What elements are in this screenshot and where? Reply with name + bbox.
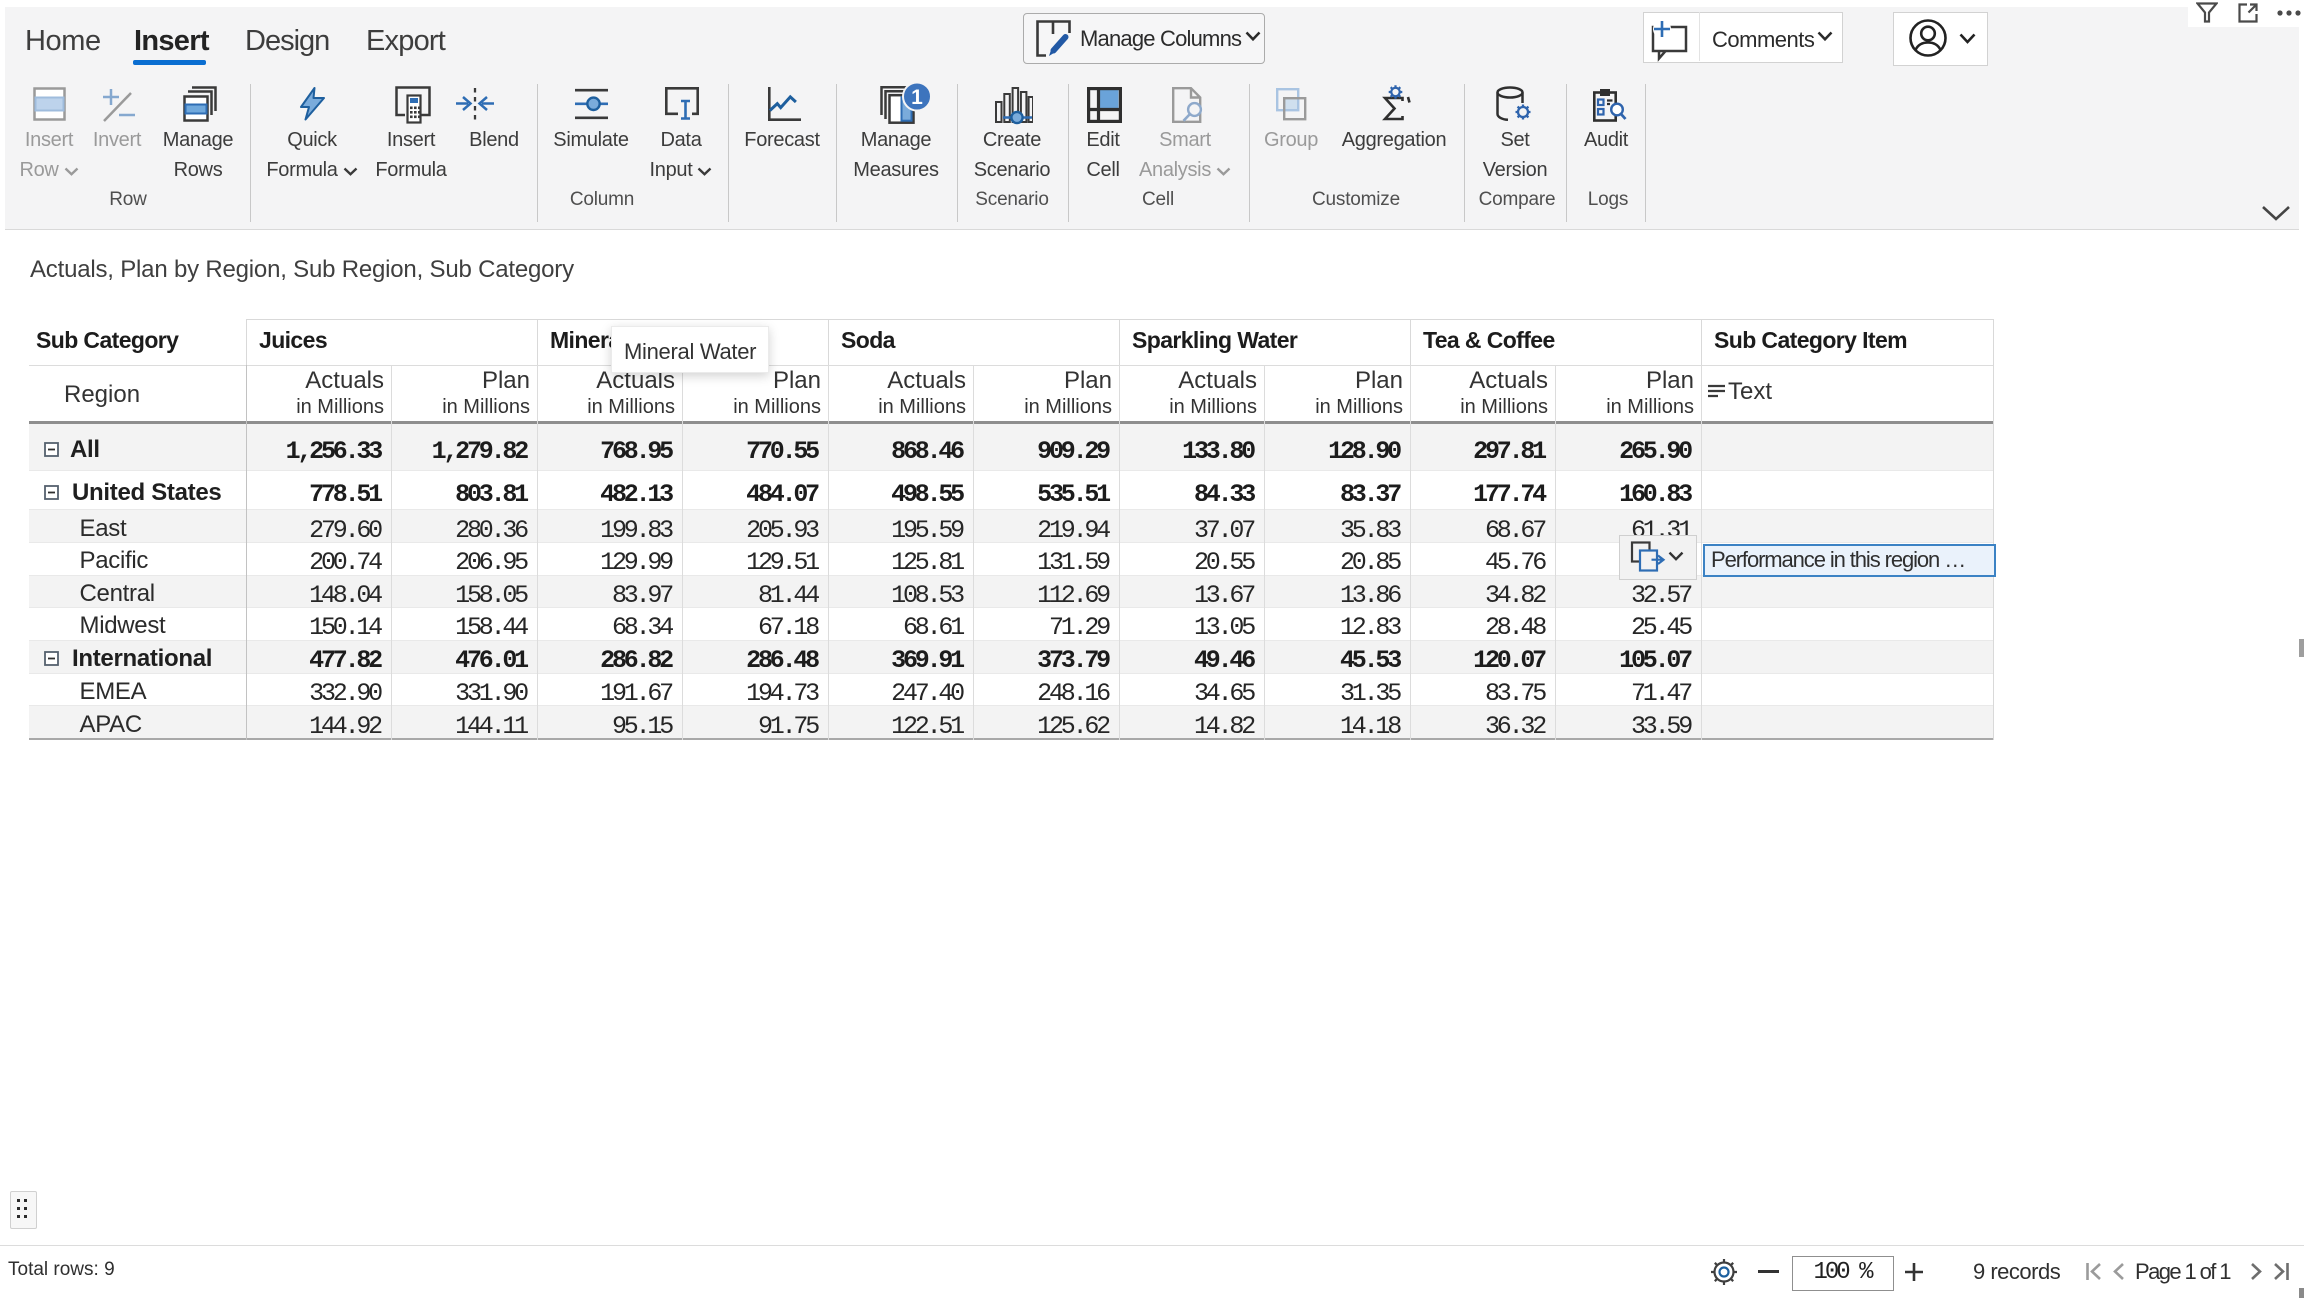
svg-text:1: 1 [911, 86, 923, 109]
